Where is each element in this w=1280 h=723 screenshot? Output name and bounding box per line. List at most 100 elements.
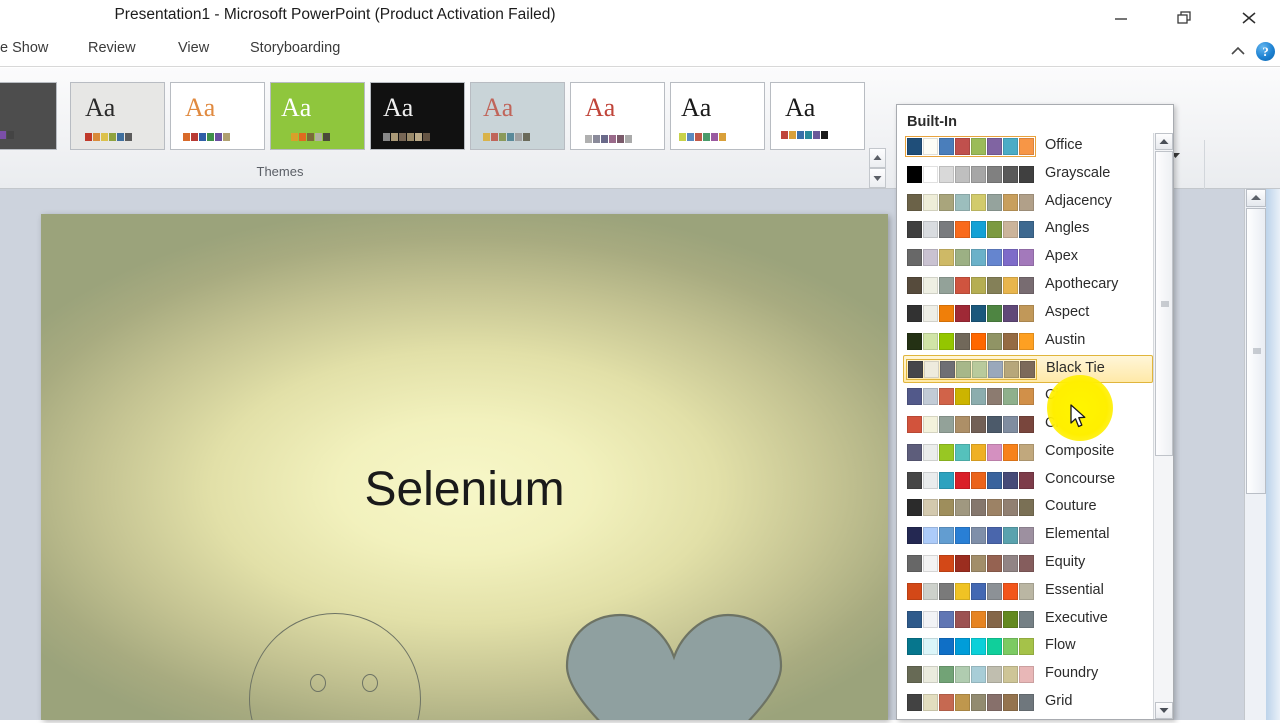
theme-thumbnail-sample-text: Aa (85, 93, 116, 122)
document-scrollbar[interactable] (1244, 189, 1266, 720)
minimize-button[interactable] (1098, 4, 1144, 32)
ribbon-collapse-button[interactable] (1228, 42, 1248, 60)
theme-thumbnail-3[interactable]: Aa (170, 82, 265, 150)
theme-thumbnail-9[interactable]: Aa (770, 82, 865, 150)
dropdown-scroll-down-button[interactable] (1155, 702, 1173, 719)
theme-thumbnail-swatches (0, 131, 14, 139)
theme-swatch (207, 133, 214, 141)
slide-title-text[interactable]: Selenium (41, 462, 888, 517)
theme-color-item-aspect[interactable]: Aspect (903, 300, 1153, 328)
theme-swatch (507, 133, 514, 141)
tab-storyboarding[interactable]: Storyboarding (250, 40, 340, 56)
color-swatch (1003, 471, 1018, 489)
color-swatch (955, 332, 970, 350)
theme-color-name: Office (1045, 137, 1083, 153)
color-swatch (955, 555, 970, 572)
heart-shape[interactable] (563, 613, 785, 720)
color-swatch (971, 221, 986, 239)
chevron-up-icon (873, 155, 882, 160)
theme-thumbnail-1[interactable]: Aa (0, 82, 57, 150)
theme-color-item-flow[interactable]: Flow (903, 633, 1153, 661)
color-swatch (907, 332, 922, 350)
dropdown-scroll-up-button[interactable] (1155, 133, 1173, 150)
color-swatch (971, 527, 986, 545)
theme-color-name: Foundry (1045, 665, 1099, 682)
window-right-edge (1266, 189, 1280, 720)
theme-color-item-adjacency[interactable]: Adjacency (903, 189, 1153, 217)
close-button[interactable] (1226, 4, 1272, 32)
theme-thumbnail-7[interactable]: Aa (570, 82, 665, 150)
theme-color-item-clarity[interactable]: Clarity (903, 411, 1153, 439)
theme-swatch (585, 135, 592, 143)
eye-right-shape[interactable] (362, 674, 378, 692)
color-swatch (939, 582, 954, 600)
theme-color-item-composite[interactable]: Composite (903, 439, 1153, 467)
color-swatch (971, 388, 986, 406)
color-swatch (1003, 277, 1018, 294)
theme-color-item-grid[interactable]: Grid (903, 689, 1153, 717)
tab-slide-show[interactable]: e Show (0, 40, 48, 56)
color-swatch (987, 277, 1002, 294)
theme-swatch (7, 131, 14, 139)
gallery-scroll-down-button[interactable] (869, 168, 886, 188)
slide-canvas[interactable]: Selenium (41, 214, 888, 720)
theme-color-item-civic[interactable]: Civic (903, 383, 1153, 411)
theme-color-item-executive[interactable]: Executive (903, 606, 1153, 634)
theme-thumbnail-4[interactable]: Aa (270, 82, 365, 150)
window-title: Presentation1 - Microsoft PowerPoint (Pr… (114, 6, 556, 23)
theme-thumbnail-5[interactable]: Aa (370, 82, 465, 150)
theme-color-item-essential[interactable]: Essential (903, 578, 1153, 606)
dropdown-scrollbar-thumb[interactable] (1155, 151, 1173, 456)
theme-color-item-apex[interactable]: Apex (903, 244, 1153, 272)
document-scrollbar-thumb[interactable] (1246, 208, 1266, 494)
theme-thumbnail-2[interactable]: Aa (70, 82, 165, 150)
theme-thumbnail-sample-text: Aa (383, 93, 414, 122)
color-swatch (923, 499, 938, 517)
theme-thumbnail-swatches (183, 133, 230, 141)
close-icon (1242, 12, 1256, 24)
theme-swatch (499, 133, 506, 141)
theme-color-item-apothecary[interactable]: Apothecary (903, 272, 1153, 300)
document-scroll-up-button[interactable] (1246, 189, 1266, 207)
color-swatch (907, 193, 922, 211)
theme-thumbnail-8[interactable]: Aa (670, 82, 765, 150)
dropdown-scrollbar[interactable] (1153, 133, 1173, 719)
theme-color-item-austin[interactable]: Austin (903, 328, 1153, 356)
theme-color-swatches (906, 359, 1037, 381)
color-swatch (923, 666, 938, 684)
color-swatch (939, 249, 954, 267)
theme-color-item-couture[interactable]: Couture (903, 494, 1153, 522)
color-swatch (939, 499, 954, 517)
theme-color-item-concourse[interactable]: Concourse (903, 467, 1153, 495)
theme-color-item-black-tie[interactable]: Black Tie (903, 355, 1153, 384)
theme-color-item-office[interactable]: Office (903, 133, 1153, 161)
theme-color-item-elemental2[interactable]: Equity (903, 550, 1153, 578)
theme-swatch (601, 135, 608, 143)
theme-swatch (399, 133, 406, 141)
theme-color-item-grayscale[interactable]: Grayscale (903, 161, 1153, 189)
help-button[interactable]: ? (1256, 42, 1275, 61)
theme-color-name: Aspect (1045, 303, 1090, 320)
restore-button[interactable] (1162, 4, 1208, 32)
theme-swatch (813, 131, 820, 139)
gallery-scroll-up-button[interactable] (869, 148, 886, 168)
color-swatch (907, 582, 922, 600)
theme-swatch (789, 131, 796, 139)
chevron-down-icon (873, 176, 882, 181)
face-oval-shape[interactable] (249, 613, 421, 720)
theme-color-item-foundry[interactable]: Foundry (903, 661, 1153, 689)
theme-thumbnail-swatches (679, 133, 726, 141)
tab-view[interactable]: View (178, 40, 209, 56)
theme-swatch (711, 133, 718, 141)
color-swatch (1003, 332, 1018, 350)
eye-left-shape[interactable] (310, 674, 326, 692)
color-swatch (907, 304, 922, 322)
theme-color-item-angles[interactable]: Angles (903, 216, 1153, 244)
color-swatch (907, 638, 922, 656)
tab-review[interactable]: Review (88, 40, 136, 56)
theme-thumbnail-6[interactable]: Aa (470, 82, 565, 150)
color-swatch (987, 249, 1002, 267)
color-swatch (971, 443, 986, 461)
theme-color-item-elemental[interactable]: Elemental (903, 522, 1153, 550)
theme-swatch (383, 133, 390, 141)
